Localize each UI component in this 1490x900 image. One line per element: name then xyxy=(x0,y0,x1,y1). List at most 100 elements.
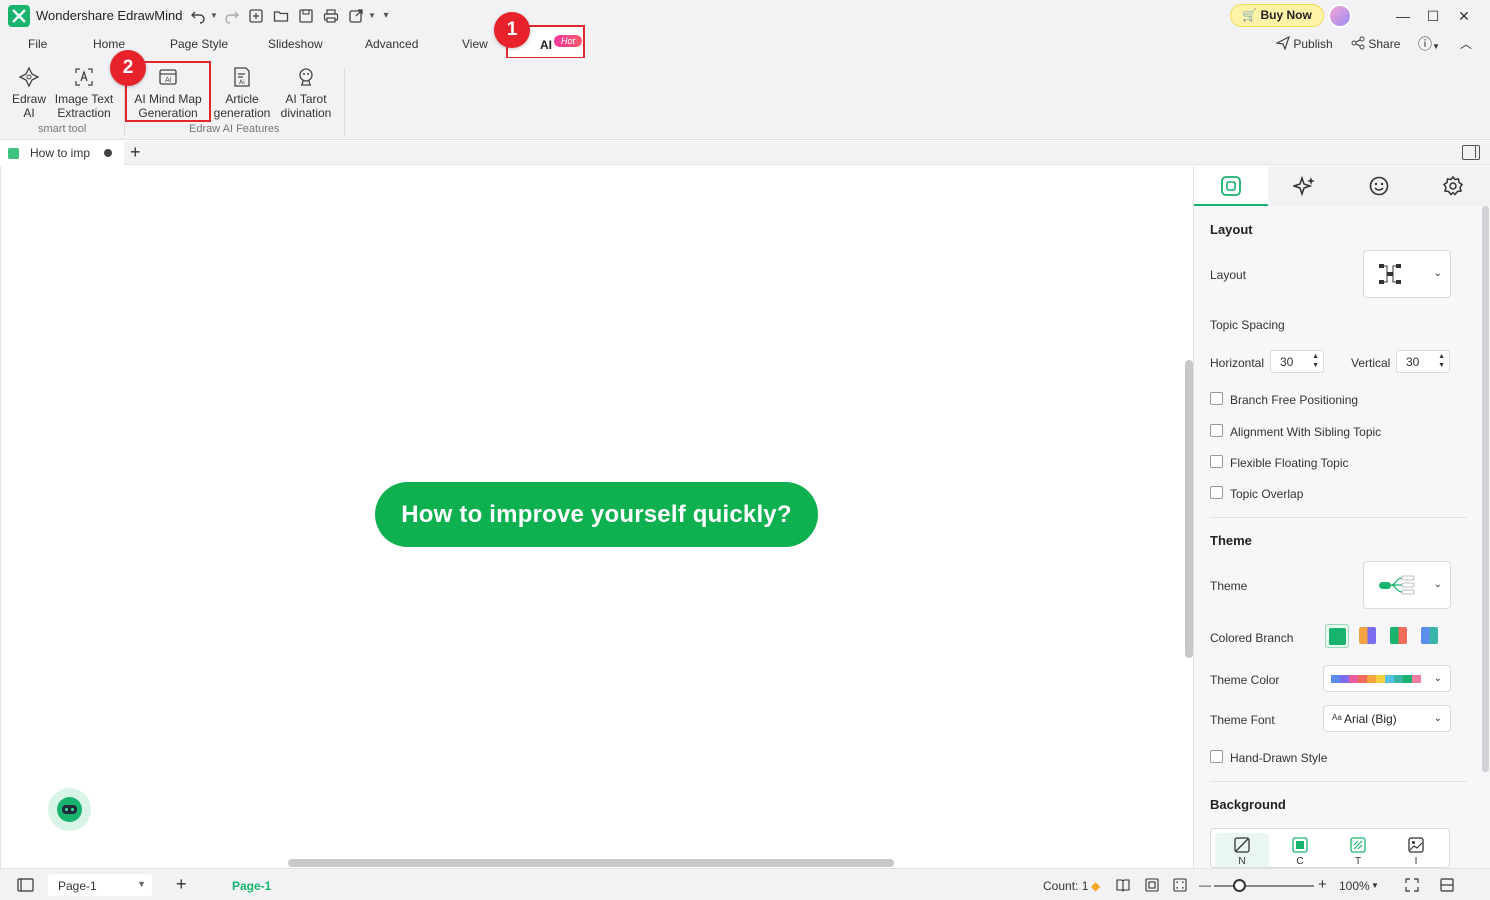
alignment-sibling-label: Alignment With Sibling Topic xyxy=(1230,425,1382,439)
topic-overlap-checkbox[interactable] xyxy=(1210,486,1223,499)
chevron-down-icon: ⌄ xyxy=(1433,579,1442,590)
menu-file[interactable]: File xyxy=(28,37,47,51)
ai-tarot-divination-button[interactable]: AI Tarot divination xyxy=(278,64,334,120)
document-tab[interactable]: How to imp xyxy=(0,141,124,165)
panel-tabs xyxy=(1194,166,1490,206)
user-avatar[interactable] xyxy=(1328,4,1352,28)
page-select[interactable]: Page-1 ▼ xyxy=(48,874,152,896)
ribbon-toolbar: Edraw AI Image Text Extraction Ai AI Min… xyxy=(0,58,1490,140)
colored-branch-option-2[interactable] xyxy=(1356,624,1380,648)
panel-toggle-icon[interactable] xyxy=(1462,145,1480,160)
unsaved-dot-icon[interactable] xyxy=(104,149,112,157)
menu-page-style[interactable]: Page Style xyxy=(170,37,228,51)
texture-icon xyxy=(1350,837,1366,853)
edraw-ai-button[interactable]: Edraw AI xyxy=(10,64,48,120)
redo-icon[interactable] xyxy=(222,6,242,26)
collapse-ribbon-icon[interactable]: ︿ xyxy=(1460,35,1472,52)
horizontal-spacing-stepper[interactable]: 30 ▲ ▼ xyxy=(1270,350,1324,373)
article-generation-icon: Ai xyxy=(234,67,250,87)
theme-font-label: Theme Font xyxy=(1210,713,1275,727)
no-background-icon xyxy=(1234,837,1250,853)
publish-icon xyxy=(1275,35,1291,51)
layout-dropdown[interactable]: ⌄ xyxy=(1363,250,1451,298)
color-fill-icon xyxy=(1292,837,1308,853)
ribbon-separator xyxy=(344,68,345,136)
minimize-button[interactable]: — xyxy=(1389,5,1417,27)
customize-toolbar-icon[interactable]: ▾ xyxy=(376,6,396,26)
colored-branch-option-4[interactable] xyxy=(1418,624,1442,648)
background-color-option[interactable]: C xyxy=(1273,833,1327,867)
emoji-icon xyxy=(1369,176,1389,196)
ai-tab-label: AI xyxy=(540,38,552,52)
fit-width-icon[interactable] xyxy=(1173,878,1187,892)
page-panel-icon[interactable] xyxy=(17,878,34,892)
fit-page-icon[interactable] xyxy=(1145,878,1159,892)
theme-color-dropdown[interactable]: ⌄ xyxy=(1323,665,1451,692)
mind-map-canvas[interactable]: How to improve yourself quickly? xyxy=(0,166,1193,868)
app-title: Wondershare EdrawMind xyxy=(36,8,183,23)
save-icon[interactable] xyxy=(296,6,316,26)
step-marker-2: 2 xyxy=(110,50,146,86)
background-image-option[interactable]: I xyxy=(1389,833,1443,867)
vertical-spacing-stepper[interactable]: 30 ▲ ▼ xyxy=(1396,350,1450,373)
properties-panel: Layout Layout ⌄ Topic Spacing Horizontal… xyxy=(1193,166,1490,868)
theme-dropdown[interactable]: ⌄ xyxy=(1363,561,1451,609)
svg-text:Ai: Ai xyxy=(239,79,245,86)
maximize-button[interactable]: ☐ xyxy=(1419,5,1447,27)
vertical-scrollbar[interactable] xyxy=(1185,360,1193,658)
zoom-slider-track[interactable] xyxy=(1214,885,1314,887)
tab-settings[interactable] xyxy=(1416,166,1490,206)
theme-font-dropdown[interactable]: Aa Arial (Big) ⌄ xyxy=(1323,705,1451,732)
tab-icons[interactable] xyxy=(1342,166,1416,206)
panel-scrollbar[interactable] xyxy=(1482,206,1489,772)
fullscreen-icon[interactable] xyxy=(1405,878,1419,892)
presentation-icon[interactable] xyxy=(1440,878,1454,892)
flexible-floating-checkbox[interactable] xyxy=(1210,455,1223,468)
theme-color-swatch xyxy=(1331,675,1340,683)
help-icon[interactable]: ⓘ▼ xyxy=(1418,34,1440,54)
close-button[interactable]: ✕ xyxy=(1450,5,1478,27)
horizontal-scrollbar[interactable] xyxy=(288,859,894,867)
new-file-icon[interactable] xyxy=(246,6,266,26)
add-tab-button[interactable]: + xyxy=(130,142,141,163)
theme-font-value: Arial (Big) xyxy=(1344,712,1397,726)
menu-home[interactable]: Home xyxy=(93,37,125,51)
colored-branch-option-3[interactable] xyxy=(1387,624,1411,648)
add-page-button[interactable]: + xyxy=(176,874,187,895)
background-none-option[interactable]: N xyxy=(1215,833,1269,867)
tab-ai-sparkle[interactable] xyxy=(1268,166,1342,206)
background-texture-option[interactable]: T xyxy=(1331,833,1385,867)
branch-grid-icon xyxy=(1329,628,1346,645)
branch-free-positioning-checkbox[interactable] xyxy=(1210,392,1223,405)
zoom-in-button[interactable]: + xyxy=(1318,876,1327,893)
font-aa-icon: Aa xyxy=(1332,713,1342,722)
image-text-extraction-button[interactable]: Image Text Extraction xyxy=(53,64,115,120)
buy-now-button[interactable]: 🛒 Buy Now xyxy=(1230,4,1324,27)
zoom-level[interactable]: 100% xyxy=(1339,879,1370,893)
zoom-out-button[interactable]: — xyxy=(1199,878,1211,892)
open-folder-icon[interactable] xyxy=(271,6,291,26)
stepper-arrows-icon[interactable]: ▲ ▼ xyxy=(1312,352,1319,370)
alignment-sibling-checkbox[interactable] xyxy=(1210,424,1223,437)
tab-layout-style[interactable] xyxy=(1194,166,1268,206)
menu-view[interactable]: View xyxy=(462,37,488,51)
book-icon[interactable] xyxy=(1116,878,1130,892)
print-icon[interactable] xyxy=(321,6,341,26)
share-icon xyxy=(1351,36,1365,50)
menu-advanced[interactable]: Advanced xyxy=(365,37,418,51)
ai-assistant-bot-icon[interactable] xyxy=(48,788,91,831)
zoom-dropdown-icon[interactable]: ▼ xyxy=(1371,881,1379,890)
chevron-down-icon: ⌄ xyxy=(1433,672,1442,684)
undo-dropdown-icon[interactable]: ▼ xyxy=(204,6,224,26)
document-tab-name: How to imp xyxy=(30,146,91,160)
stepper-arrows-icon[interactable]: ▲ ▼ xyxy=(1438,352,1445,370)
share-button[interactable]: Share xyxy=(1351,36,1400,51)
hand-drawn-style-checkbox[interactable] xyxy=(1210,750,1223,763)
colored-branch-option-1[interactable] xyxy=(1325,624,1349,648)
zoom-slider-handle[interactable] xyxy=(1233,879,1246,892)
page-tab[interactable]: Page-1 xyxy=(232,879,271,893)
article-generation-button[interactable]: Ai Article generation xyxy=(212,64,272,120)
publish-button[interactable]: Publish xyxy=(1275,35,1333,51)
menu-slideshow[interactable]: Slideshow xyxy=(268,37,323,51)
central-topic[interactable]: How to improve yourself quickly? xyxy=(375,482,818,547)
